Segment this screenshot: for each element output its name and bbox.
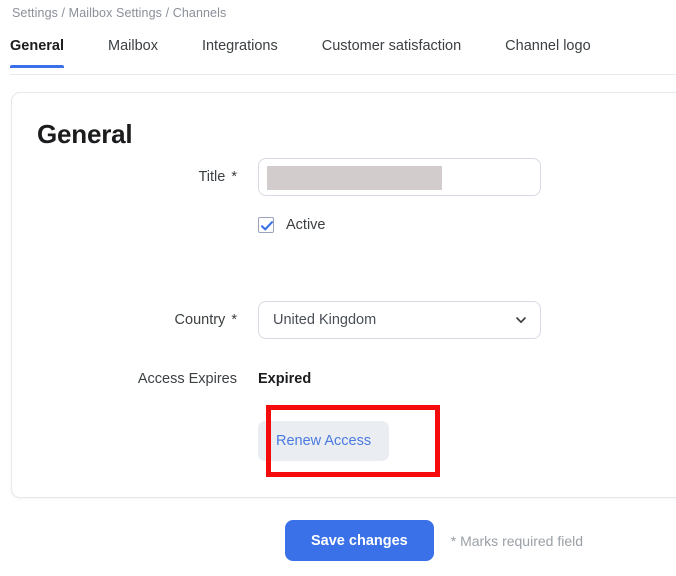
tab-mailbox[interactable]: Mailbox (108, 33, 158, 68)
save-changes-button[interactable]: Save changes (285, 520, 434, 561)
renew-button-wrap: Renew Access (258, 421, 390, 461)
status-badge: Expired (258, 371, 312, 387)
access-expires-value-wrap: Expired (258, 368, 311, 390)
title-label: Title * (12, 158, 258, 196)
title-required-marker: * (231, 169, 237, 185)
title-field-wrap (258, 158, 541, 196)
tab-bar: General Mailbox Integrations Customer sa… (0, 33, 676, 75)
tab-general-label: General (10, 38, 64, 54)
country-required-marker: * (231, 312, 237, 328)
tab-bar-divider (10, 74, 676, 75)
active-checkbox[interactable] (258, 217, 274, 233)
country-selected-value: United Kingdom (273, 312, 377, 328)
field-row-title: Title * (12, 158, 541, 196)
access-expires-label-text: Access Expires (137, 371, 237, 387)
checkmark-icon (260, 221, 274, 231)
field-row-country: Country * United Kingdom (12, 301, 541, 339)
form-footer: Save changes * Marks required field (0, 520, 676, 561)
country-label: Country * (12, 301, 258, 339)
tab-integrations-label: Integrations (201, 38, 278, 54)
renew-access-button[interactable]: Renew Access (258, 421, 390, 461)
tab-customer-satisfaction[interactable]: Customer satisfaction (322, 33, 461, 68)
access-expires-label: Access Expires (12, 368, 258, 390)
tab-general[interactable]: General (10, 33, 64, 68)
country-select[interactable]: United Kingdom (258, 301, 541, 339)
general-settings-card: General Title * Active Country * United … (11, 92, 676, 498)
country-field-wrap: United Kingdom (258, 301, 541, 339)
required-field-note: * Marks required field (450, 532, 584, 549)
field-row-renew-access: Renew Access (12, 421, 390, 461)
tab-list: General Mailbox Integrations Customer sa… (10, 33, 591, 68)
field-row-access-expires: Access Expires Expired (12, 368, 311, 390)
tab-channel-logo[interactable]: Channel logo (505, 33, 590, 68)
title-label-text: Title (198, 169, 226, 185)
tab-customer-satisfaction-label: Customer satisfaction (321, 38, 462, 54)
country-label-text: Country (174, 312, 226, 328)
chevron-down-icon (514, 313, 528, 327)
tab-channel-logo-label: Channel logo (505, 38, 591, 54)
breadcrumb: Settings / Mailbox Settings / Channels (12, 6, 227, 20)
tab-mailbox-label: Mailbox (108, 38, 158, 54)
redacted-value-block (267, 166, 442, 190)
active-label: Active (286, 217, 326, 233)
page-title: General (37, 119, 133, 149)
active-checkbox-group[interactable]: Active (258, 217, 326, 233)
tab-integrations[interactable]: Integrations (202, 33, 278, 68)
footer-actions: Save changes * Marks required field (285, 520, 583, 561)
field-row-active: Active (12, 217, 326, 233)
title-input[interactable] (258, 158, 541, 196)
